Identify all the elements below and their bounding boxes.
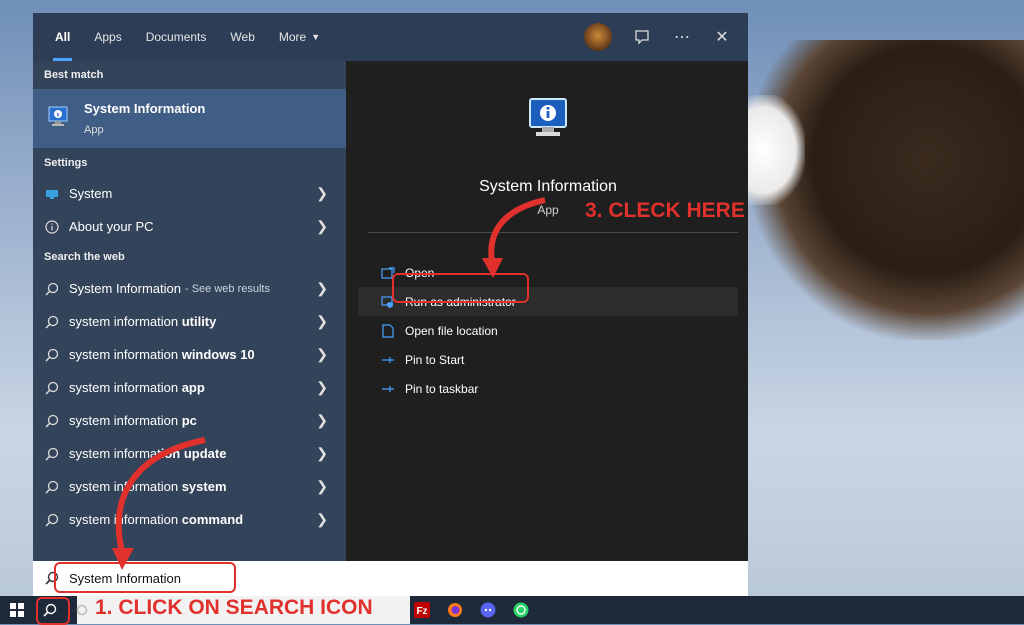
annotation-step-1: 1. CLICK ON SEARCH ICON bbox=[95, 596, 373, 619]
arrow-to-run-as-admin bbox=[488, 197, 546, 263]
highlight-search-icon bbox=[36, 597, 70, 625]
annotation-arrows bbox=[112, 197, 546, 570]
arrow-to-search-box bbox=[115, 437, 206, 553]
highlight-run-as-admin bbox=[392, 273, 529, 303]
highlight-search-input bbox=[54, 562, 236, 593]
annotation-step-3: 3. CLECK HERE bbox=[585, 199, 745, 222]
